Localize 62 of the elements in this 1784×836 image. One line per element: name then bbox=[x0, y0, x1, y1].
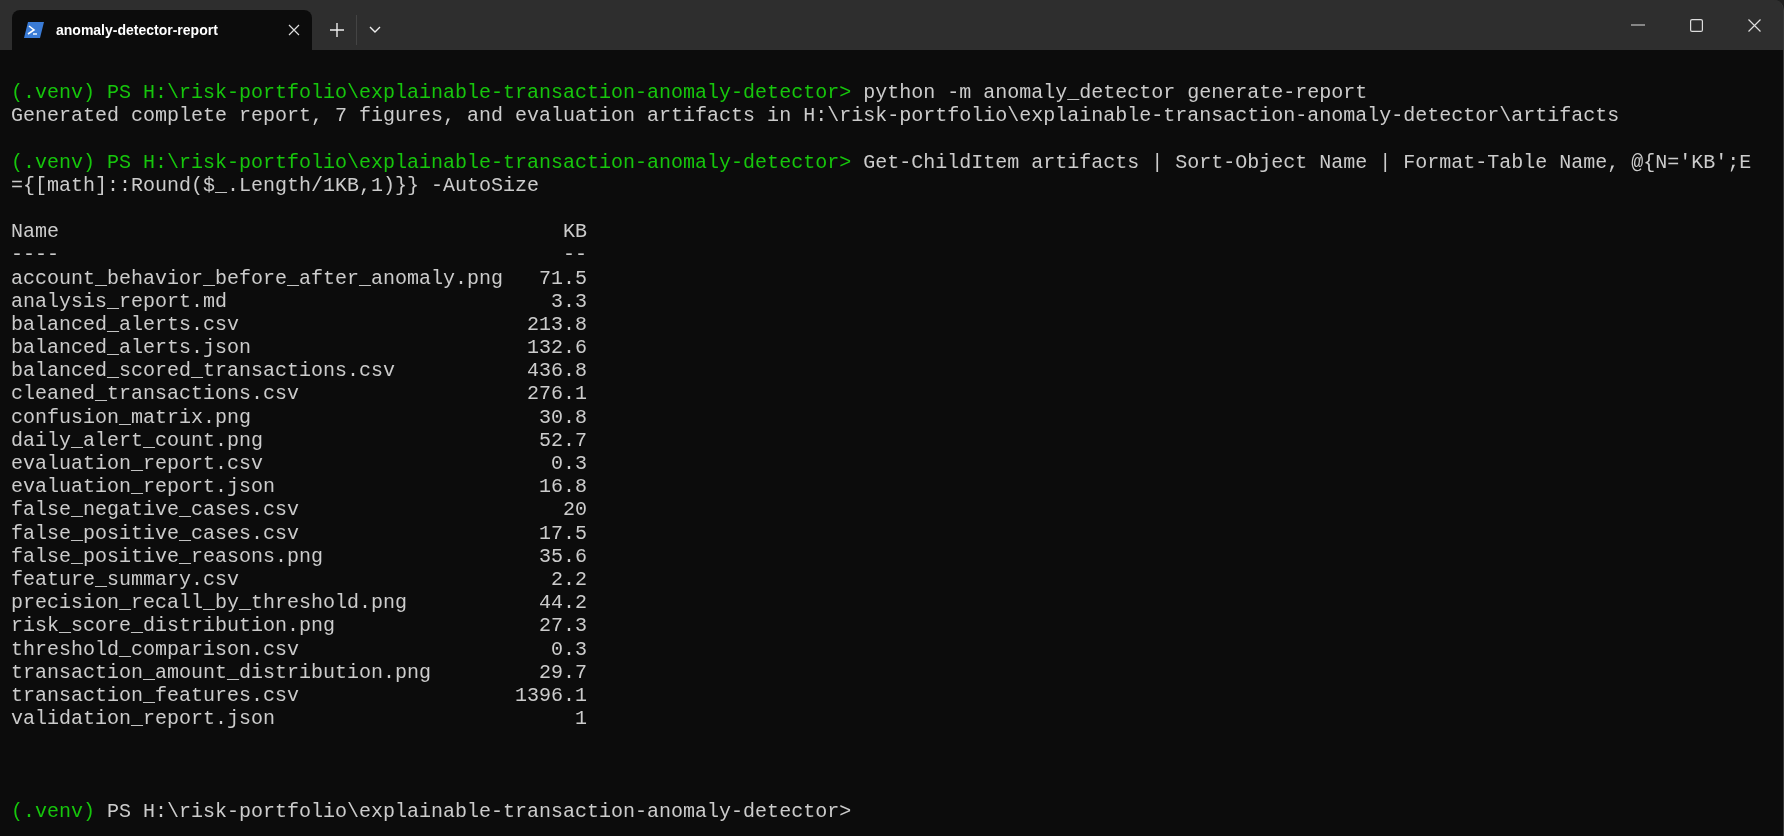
file-size: 1 bbox=[574, 707, 588, 731]
file-size: 17.5 bbox=[538, 521, 588, 545]
prompt-env: (.venv) bbox=[11, 150, 95, 174]
file-size: 20 bbox=[562, 498, 588, 522]
file-name: transaction_features.csv bbox=[11, 683, 301, 708]
column-header: Name bbox=[11, 220, 60, 244]
file-size: 52.7 bbox=[538, 428, 588, 452]
header-underline: ---- bbox=[11, 243, 60, 267]
prompt-path: PS H:\risk-portfolio\explainable-transaction-anomaly-detector> bbox=[107, 150, 852, 174]
terminal-tab[interactable]: anomaly-detector-report bbox=[12, 10, 312, 50]
file-size: 35.6 bbox=[538, 544, 588, 568]
file-size: 276.1 bbox=[526, 382, 588, 406]
file-name: transaction_amount_distribution.png bbox=[11, 660, 433, 684]
file-size: 29.7 bbox=[538, 660, 588, 684]
close-icon[interactable] bbox=[1747, 18, 1761, 32]
file-name: analysis_report.md bbox=[11, 289, 229, 313]
maximize-icon[interactable] bbox=[1689, 18, 1703, 32]
file-size: 213.8 bbox=[526, 312, 588, 337]
file-name: balanced_alerts.csv bbox=[11, 312, 241, 337]
file-name: balanced_scored_transactions.csv bbox=[11, 359, 397, 383]
file-size: 27.3 bbox=[538, 614, 588, 638]
header-underline: -- bbox=[562, 243, 588, 267]
file-size: 132.6 bbox=[526, 336, 588, 360]
file-name: daily_alert_count.png bbox=[11, 428, 265, 452]
command-text: ={[math]::Round($_.Length/1KB,1)}} -AutoSize bbox=[11, 173, 541, 197]
file-size: 0.3 bbox=[550, 452, 588, 476]
file-name: validation_report.json bbox=[11, 707, 277, 731]
prompt-path: PS H:\risk-portfolio\explainable-transaction-anomaly-detector> bbox=[107, 799, 852, 824]
file-size: 16.8 bbox=[538, 475, 588, 499]
file-size: 44.2 bbox=[538, 591, 588, 615]
column-header: KB bbox=[562, 220, 588, 244]
file-size: 3.3 bbox=[550, 289, 588, 313]
prompt-path: PS H:\risk-portfolio\explainable-transaction-anomaly-detector> bbox=[107, 81, 852, 105]
file-name: feature_summary.csv bbox=[11, 567, 241, 592]
file-name: confusion_matrix.png bbox=[11, 405, 253, 429]
file-name: evaluation_report.csv bbox=[11, 452, 265, 476]
command-text: Get-ChildItem artifacts | Sort-Object Name | Format-Table Name, @{N='KB';E bbox=[863, 150, 1752, 174]
output-text: Generated complete report, 7 figures, and evaluation artifacts in H:\risk-portfolio\explainable-transaction-anomaly-detector\artifacts bbox=[11, 104, 1621, 128]
file-name: precision_recall_by_threshold.png bbox=[11, 591, 409, 615]
file-name: false_positive_reasons.png bbox=[11, 544, 325, 568]
close-icon[interactable] bbox=[288, 24, 300, 36]
prompt-env: (.venv) bbox=[11, 799, 95, 824]
file-name: threshold_comparison.csv bbox=[11, 637, 301, 661]
plus-icon[interactable] bbox=[330, 23, 344, 37]
file-name: account_behavior_before_after_anomaly.png bbox=[11, 266, 504, 290]
file-size: 0.3 bbox=[550, 637, 588, 661]
file-size: 30.8 bbox=[538, 405, 588, 429]
file-name: risk_score_distribution.png bbox=[11, 614, 337, 638]
file-name: balanced_alerts.json bbox=[11, 336, 253, 360]
file-size: 1396.1 bbox=[515, 683, 588, 708]
file-size: 71.5 bbox=[538, 266, 588, 290]
command-text: python -m anomaly_detector generate-report bbox=[863, 81, 1368, 105]
file-name: evaluation_report.json bbox=[11, 475, 277, 499]
file-name: false_positive_cases.csv bbox=[11, 521, 301, 545]
tab-title: anomaly-detector-report bbox=[56, 20, 219, 40]
powershell-icon bbox=[24, 22, 44, 38]
file-name: false_negative_cases.csv bbox=[11, 498, 301, 522]
chevron-down-icon[interactable] bbox=[369, 26, 381, 34]
prompt-env: (.venv) bbox=[11, 81, 95, 105]
file-size: 436.8 bbox=[526, 359, 588, 383]
file-name: cleaned_transactions.csv bbox=[11, 382, 301, 406]
file-size: 2.2 bbox=[550, 567, 588, 592]
